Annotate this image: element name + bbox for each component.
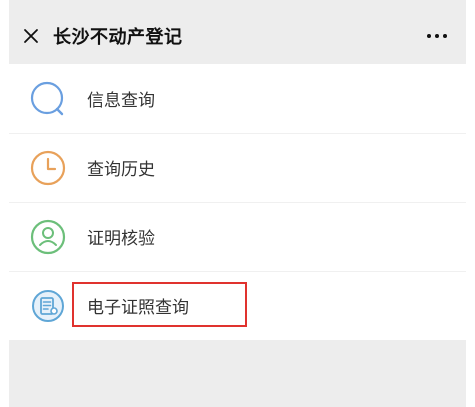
close-button[interactable] <box>9 8 53 64</box>
more-dots-icon <box>427 34 431 38</box>
more-button[interactable] <box>422 8 452 64</box>
top-bar: 长沙不动产登记 <box>9 8 466 64</box>
menu-item-e-certificate-query[interactable]: 电子证照查询 <box>9 271 466 340</box>
page-title: 长沙不动产登记 <box>53 27 183 48</box>
menu-item-label: 证明核验 <box>87 229 155 249</box>
menu-item-info-query[interactable]: 信息查询 <box>9 64 466 133</box>
menu-item-label: 电子证照查询 <box>87 298 189 318</box>
menu-item-query-history[interactable]: 查询历史 <box>9 133 466 202</box>
document-icon <box>32 289 64 322</box>
person-icon <box>30 219 66 254</box>
clock-icon <box>30 150 66 185</box>
menu-item-label: 查询历史 <box>87 160 155 180</box>
menu-item-label: 信息查询 <box>87 91 155 111</box>
close-icon <box>24 29 38 43</box>
empty-area <box>9 340 466 407</box>
search-icon <box>30 81 64 115</box>
menu-item-verification[interactable]: 证明核验 <box>9 202 466 271</box>
service-menu: 信息查询 查询历史 证明核验 电子证照查询 <box>9 64 466 340</box>
app-window: 长沙不动产登记 信息查询 查询历史 证明核验 电子证照查询 <box>0 0 475 407</box>
